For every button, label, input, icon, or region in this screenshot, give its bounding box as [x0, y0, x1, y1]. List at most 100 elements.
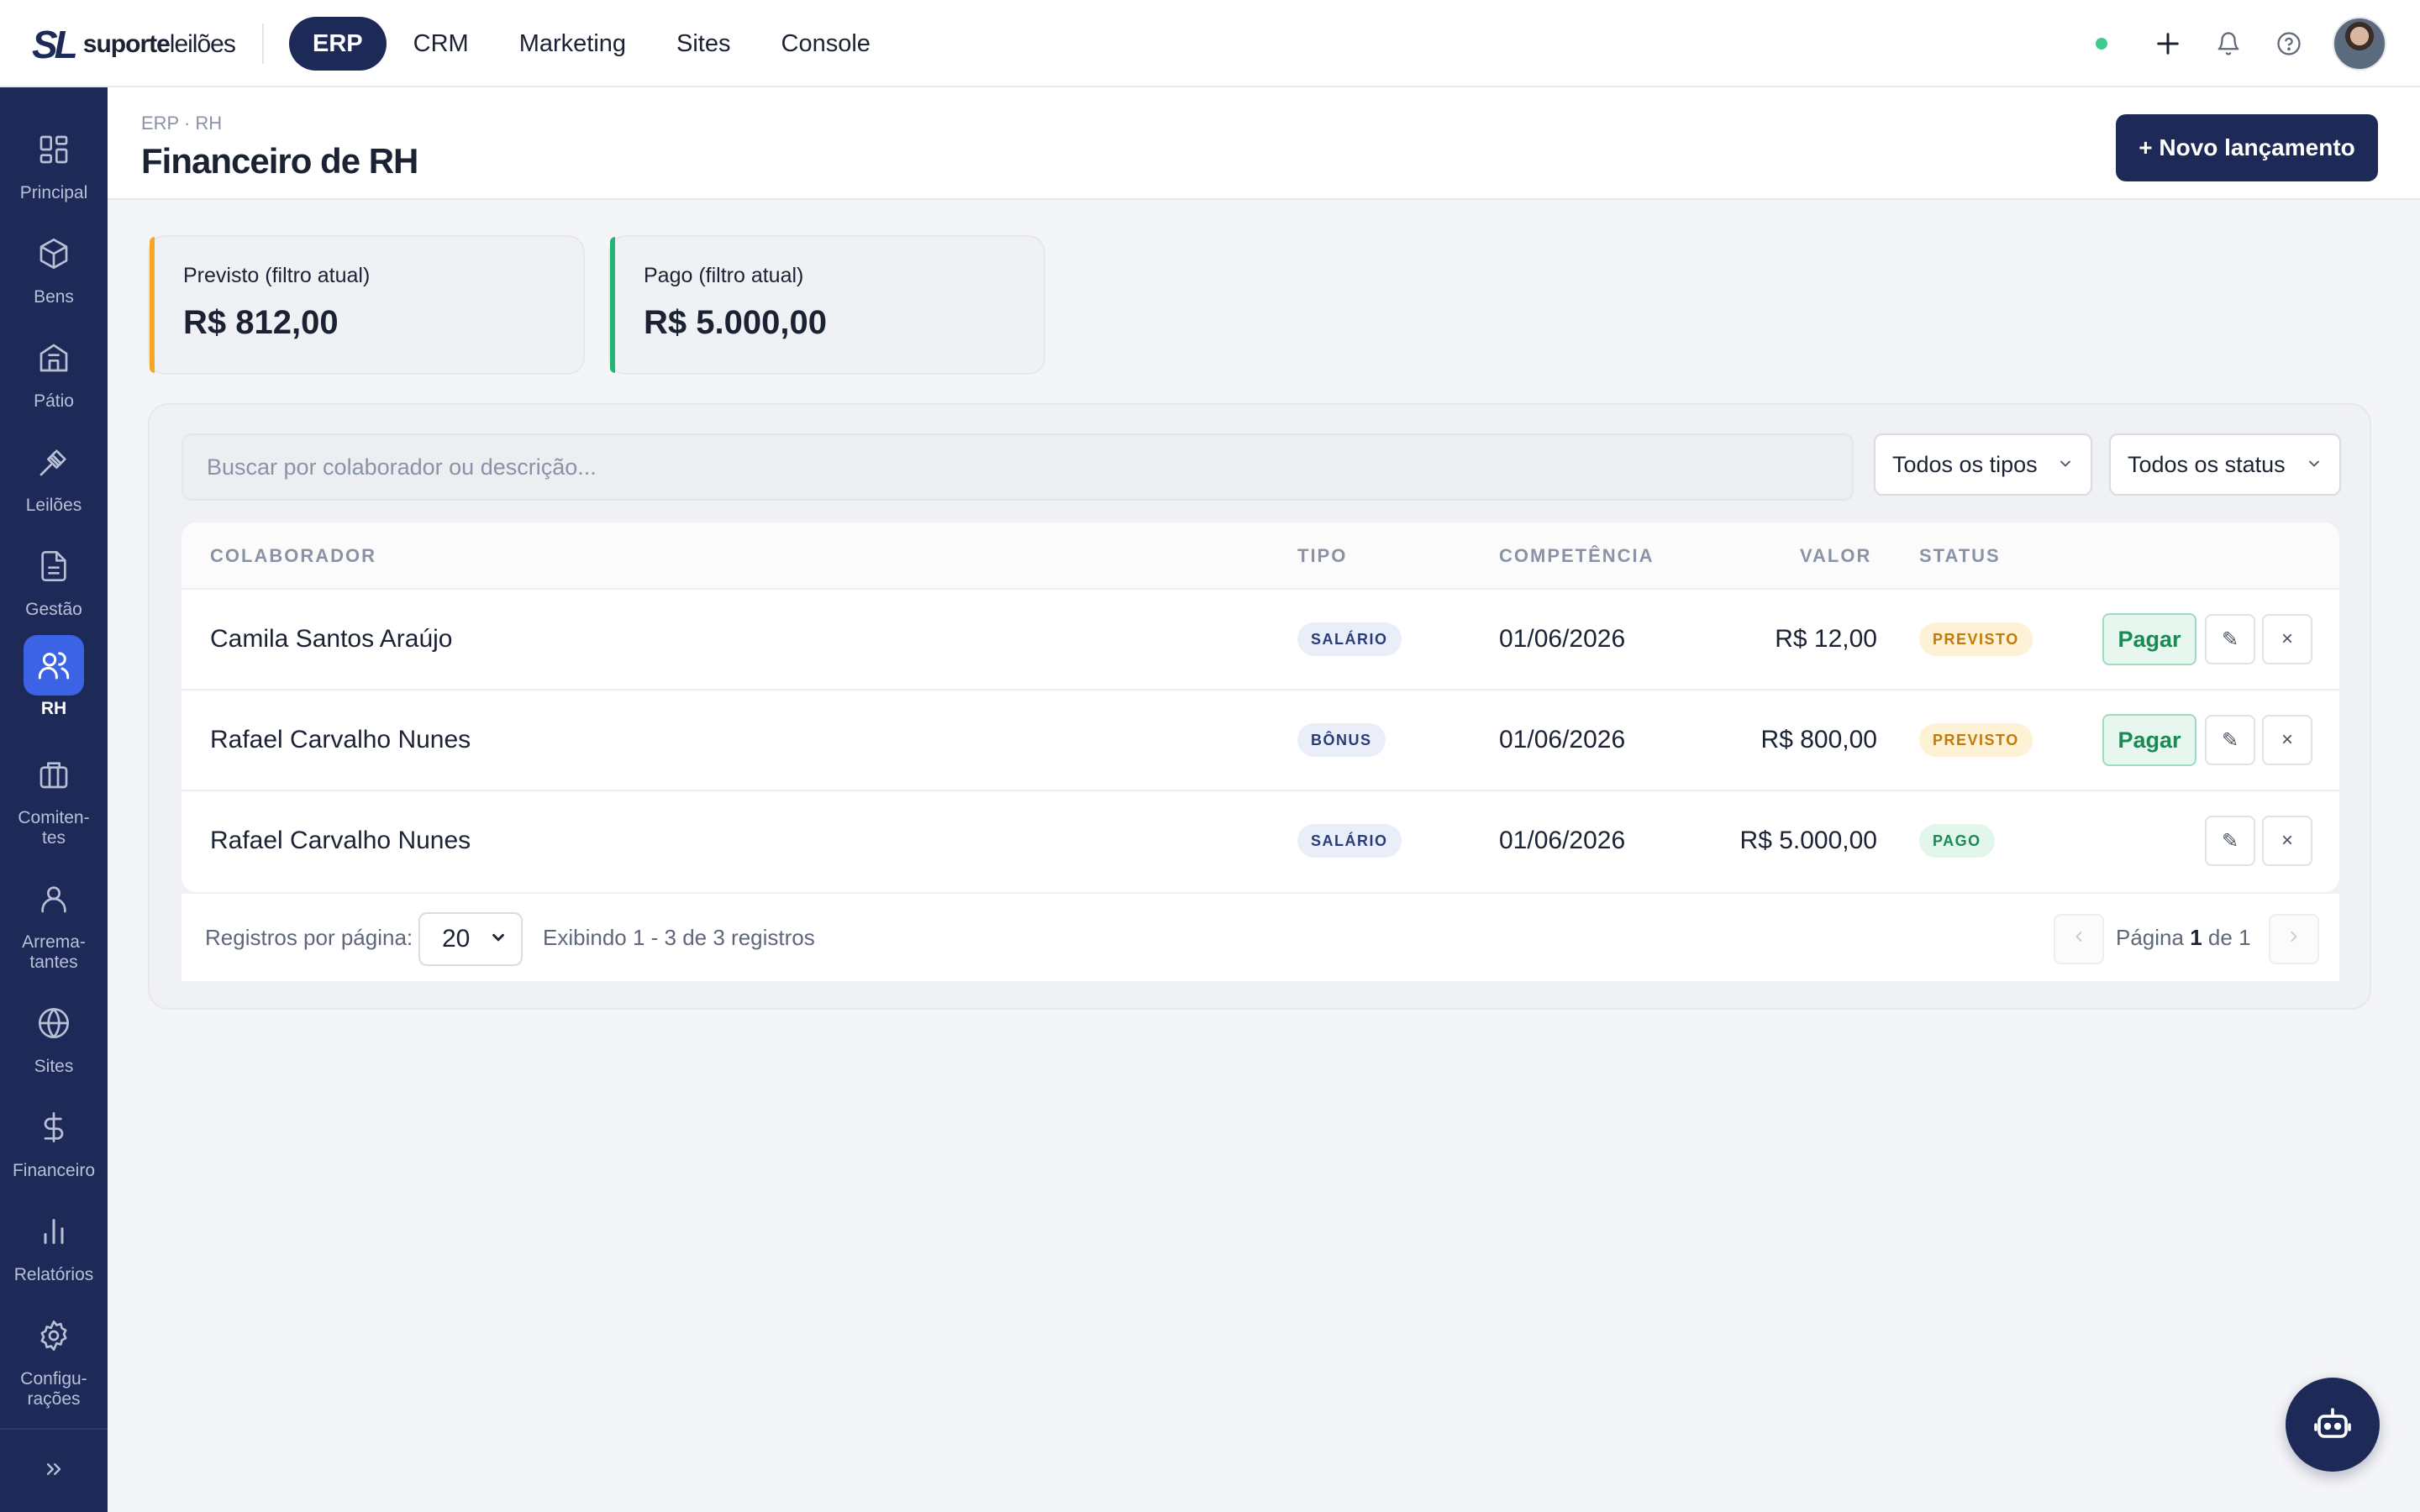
plus-icon[interactable] — [2151, 27, 2185, 60]
chevron-down-icon — [489, 925, 508, 953]
sidebar-item-principal[interactable]: Principal — [0, 119, 108, 203]
status-badge: PAGO — [1919, 824, 1995, 858]
briefcase-icon — [24, 744, 84, 805]
column-header-competencia[interactable]: COMPETÊNCIA — [1499, 545, 1655, 567]
edit-button[interactable]: ✎ — [2205, 715, 2255, 765]
sidebar-item-configuracoes[interactable]: Configu- rações — [0, 1305, 108, 1410]
page-title: Financeiro de RH — [141, 141, 418, 181]
sidebar-item-bens[interactable]: Bens — [0, 223, 108, 307]
gavel-icon — [24, 432, 84, 492]
sidebar-item-sites[interactable]: Sites — [0, 993, 108, 1077]
gear-icon — [24, 1305, 84, 1366]
robot-icon — [2312, 1403, 2353, 1447]
brand-mark: SL — [32, 23, 78, 66]
page-mid: de — [2207, 924, 2233, 950]
sidebar-item-comitentes[interactable]: Comiten- tes — [0, 744, 108, 848]
new-entry-button[interactable]: + Novo lançamento — [2116, 114, 2378, 181]
avatar[interactable] — [2333, 17, 2386, 71]
type-badge: BÔNUS — [1297, 723, 1386, 757]
edit-button[interactable]: ✎ — [2205, 816, 2255, 866]
top-actions — [2096, 17, 2386, 71]
brand-logo[interactable]: SL suporte leilões — [32, 23, 236, 66]
bar-chart-icon — [24, 1201, 84, 1262]
sidebar-item-label: Relatórios — [13, 1265, 94, 1284]
chevron-right-icon — [2286, 927, 2302, 951]
sidebar-expand-button[interactable] — [0, 1428, 108, 1512]
close-icon: × — [2281, 627, 2293, 650]
cell-colaborador: Rafael Carvalho Nunes — [210, 726, 471, 753]
brand-name-bold: suporte — [82, 30, 171, 58]
status-filter-select[interactable]: Todos os status — [2109, 433, 2341, 496]
column-header-tipo[interactable]: TIPO — [1297, 545, 1347, 567]
records-panel: Todos os tipos Todos os status COLABORAD… — [148, 403, 2371, 1010]
prev-page-button[interactable] — [2054, 914, 2104, 964]
cell-competencia: 01/06/2026 — [1499, 726, 1626, 753]
pay-button[interactable]: Pagar — [2102, 714, 2196, 766]
pagination-bar: Registros por página: 20 Exibindo 1 - 3 … — [182, 894, 2339, 981]
sidebar-item-label: Leilões — [25, 496, 82, 515]
document-icon — [24, 536, 84, 596]
cell-valor: R$ 12,00 — [1775, 625, 1877, 653]
delete-button[interactable]: × — [2262, 614, 2312, 664]
sidebar-item-label: Pátio — [34, 391, 74, 411]
divider — [262, 24, 264, 64]
sidebar-item-arrematantes[interactable]: Arrema- tantes — [0, 869, 108, 973]
column-header-valor[interactable]: VALOR — [1800, 545, 1871, 567]
tab-erp[interactable]: ERP — [289, 17, 387, 71]
assistant-button[interactable] — [2286, 1378, 2380, 1472]
sidebar-item-patio[interactable]: Pátio — [0, 328, 108, 412]
sidebar-item-label: Gestão — [25, 600, 82, 619]
delete-button[interactable]: × — [2262, 816, 2312, 866]
help-icon[interactable] — [2272, 27, 2306, 60]
tab-console[interactable]: Console — [758, 17, 894, 71]
per-page-label: Registros por página: — [205, 924, 413, 950]
type-badge: SALÁRIO — [1297, 622, 1402, 656]
table-header: COLABORADOR TIPO COMPETÊNCIA VALOR STATU… — [182, 522, 2339, 590]
user-icon — [24, 869, 84, 929]
next-page-button[interactable] — [2269, 914, 2319, 964]
type-filter-select[interactable]: Todos os tipos — [1874, 433, 2092, 496]
page-indicator: Página 1 de 1 — [2116, 894, 2251, 981]
tab-marketing[interactable]: Marketing — [496, 17, 650, 71]
delete-button[interactable]: × — [2262, 715, 2312, 765]
pencil-icon: ✎ — [2221, 627, 2239, 651]
select-value: Todos os tipos — [1892, 451, 2038, 477]
table-row: Rafael Carvalho Nunes SALÁRIO 01/06/2026… — [182, 791, 2339, 892]
tab-sites[interactable]: Sites — [653, 17, 754, 71]
sidebar-item-label: Configu- rações — [20, 1369, 87, 1409]
select-value: 20 — [442, 925, 471, 953]
card-accent-bar — [610, 237, 615, 373]
edit-button[interactable]: ✎ — [2205, 614, 2255, 664]
sidebar-item-label: Arrema- tantes — [22, 932, 86, 972]
tab-crm[interactable]: CRM — [390, 17, 492, 71]
sidebar-item-relatorios[interactable]: Relatórios — [0, 1201, 108, 1285]
search-input[interactable] — [182, 433, 1854, 501]
cell-valor: R$ 800,00 — [1760, 726, 1877, 753]
select-value: Todos os status — [2128, 451, 2286, 477]
users-icon — [24, 635, 84, 696]
sidebar-item-leiloes[interactable]: Leilões — [0, 432, 108, 516]
sidebar-item-label: Sites — [34, 1057, 74, 1076]
card-label: Previsto (filtro atual) — [183, 264, 371, 287]
building-icon — [24, 328, 84, 388]
type-badge: SALÁRIO — [1297, 824, 1402, 858]
per-page-select[interactable]: 20 — [418, 912, 523, 966]
column-header-status[interactable]: STATUS — [1919, 545, 2001, 567]
globe-icon — [24, 993, 84, 1053]
records-table: COLABORADOR TIPO COMPETÊNCIA VALOR STATU… — [182, 522, 2339, 892]
close-icon: × — [2281, 728, 2293, 751]
sidebar-item-gestao[interactable]: Gestão — [0, 536, 108, 620]
sidebar-item-label: Bens — [34, 287, 74, 307]
status-badge: PREVISTO — [1919, 622, 2033, 656]
column-header-colaborador[interactable]: COLABORADOR — [210, 545, 376, 567]
sidebar-item-financeiro[interactable]: Financeiro — [0, 1097, 108, 1181]
sidebar: Principal Bens Pátio Leilões Gestão RH C… — [0, 87, 108, 1512]
bell-icon[interactable] — [2212, 27, 2245, 60]
top-nav: ERP CRM Marketing Sites Console — [289, 17, 897, 71]
breadcrumb[interactable]: ERP · RH — [141, 113, 222, 134]
chevron-down-icon — [2306, 452, 2323, 478]
sidebar-item-rh[interactable]: RH — [0, 635, 108, 719]
pay-button[interactable]: Pagar — [2102, 613, 2196, 665]
cube-icon — [24, 223, 84, 284]
status-badge: PREVISTO — [1919, 723, 2033, 757]
